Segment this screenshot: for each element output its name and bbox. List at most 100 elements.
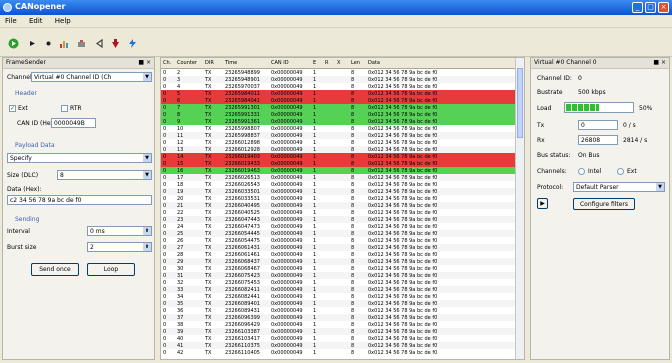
table-row[interactable]: 0 40 TX 23266103417 0x00000049 1 8 0x012 34 56 … — [161, 335, 516, 342]
cell-ch: 0 — [163, 350, 167, 356]
table-row[interactable]: 0 31 TX 23266075423 0x00000049 1 8 0x012 34 56 … — [161, 272, 516, 279]
table-row[interactable]: 0 34 TX 23266082441 0x00000049 1 8 0x012 34 56 … — [161, 293, 516, 300]
tools-icon[interactable] — [76, 38, 87, 49]
loop-button[interactable]: Loop — [87, 263, 135, 276]
size-select[interactable]: 8 ▼ — [57, 170, 152, 180]
configure-filters-button[interactable]: Configure filters — [573, 198, 635, 210]
table-row[interactable]: 0 28 TX 23266061461 0x00000049 1 8 0x012 34 56 … — [161, 251, 516, 258]
col-counter[interactable]: Counter — [177, 60, 197, 66]
bar-chart-icon[interactable] — [59, 38, 70, 49]
ext-checkbox[interactable]: ✓ — [9, 105, 16, 112]
radio-intel[interactable] — [578, 168, 585, 175]
lightning-icon[interactable] — [127, 38, 138, 49]
col-data[interactable]: Data — [368, 60, 380, 66]
table-row[interactable]: 0 16 TX 23266019463 0x00000049 1 8 0x012 34 56 … — [161, 167, 516, 174]
table-row[interactable]: 0 39 TX 23266103387 0x00000049 1 8 0x012 34 56 … — [161, 328, 516, 335]
table-row[interactable]: 0 29 TX 23266068437 0x00000049 1 8 0x012 34 56 … — [161, 258, 516, 265]
col-len[interactable]: Len — [351, 60, 360, 66]
table-row[interactable]: 0 35 TX 23266089401 0x00000049 1 8 0x012 34 56 … — [161, 300, 516, 307]
can-id-input[interactable]: 0000049B — [51, 118, 96, 128]
table-row[interactable]: 0 23 TX 23266047443 0x00000049 1 8 0x012 34 56 … — [161, 216, 516, 223]
radio-ext[interactable] — [617, 168, 624, 175]
table-row[interactable]: 0 13 TX 23266012928 0x00000049 1 8 0x012 34 56 … — [161, 146, 516, 153]
col-r[interactable]: R — [325, 60, 328, 66]
table-row[interactable]: 0 12 TX 23266012898 0x00000049 1 8 0x012 34 56 … — [161, 139, 516, 146]
table-row[interactable]: 0 36 TX 23266089431 0x00000049 1 8 0x012 34 56 … — [161, 307, 516, 314]
step-forward-icon[interactable] — [27, 38, 38, 49]
col-time[interactable]: Time — [225, 60, 237, 66]
minimize-button[interactable]: _ — [632, 2, 643, 13]
load-label: Load — [537, 105, 552, 112]
load-progress-bar — [564, 102, 634, 113]
tx-label: Tx — [537, 122, 545, 129]
data-hex-input[interactable]: c2 34 56 78 9a bc de f0 — [7, 195, 152, 205]
bug-icon[interactable] — [110, 38, 121, 49]
menu-bar: File Edit Help — [0, 15, 672, 28]
frame-table[interactable]: Ch. Counter DIR Time CAN ID E R X Len Da… — [160, 57, 525, 360]
table-row[interactable]: 0 21 TX 23266040495 0x00000049 1 8 0x012 34 56 … — [161, 202, 516, 209]
rtr-checkbox[interactable] — [61, 105, 68, 112]
channel-label: Channel — [7, 74, 32, 81]
protocol-select[interactable]: Default Parser ▼ — [573, 182, 665, 192]
table-row[interactable]: 0 4 TX 23265970037 0x00000049 1 8 0x012 34 56 7… — [161, 83, 516, 90]
table-row[interactable]: 0 22 TX 23266040525 0x00000049 1 8 0x012 34 56 … — [161, 209, 516, 216]
table-row[interactable]: 0 7 TX 23265991301 0x00000049 1 8 0x012 34 56 7… — [161, 104, 516, 111]
window-title: CANopener — [15, 2, 66, 11]
col-can-id[interactable]: CAN ID — [271, 60, 289, 66]
burst-size-stepper[interactable]: 2 ⬍ — [87, 242, 152, 252]
table-row[interactable]: 0 15 TX 23266019433 0x00000049 1 8 0x012 34 56 … — [161, 160, 516, 167]
bus-status-label: Bus status: — [537, 152, 571, 159]
col-ch[interactable]: Ch. — [163, 60, 171, 66]
table-row[interactable]: 0 37 TX 23266096399 0x00000049 1 8 0x012 34 56 … — [161, 314, 516, 321]
maximize-button[interactable]: □ — [645, 2, 656, 13]
table-row[interactable]: 0 8 TX 23265991331 0x00000049 1 8 0x012 34 56 7… — [161, 111, 516, 118]
table-row[interactable]: 0 26 TX 23266054475 0x00000049 1 8 0x012 34 56 … — [161, 237, 516, 244]
table-row[interactable]: 0 2 TX 23265948899 0x00000049 1 8 0x012 34 56 7… — [161, 69, 516, 76]
table-row[interactable]: 0 25 TX 23266054445 0x00000049 1 8 0x012 34 56 … — [161, 230, 516, 237]
table-row[interactable]: 0 18 TX 23266026543 0x00000049 1 8 0x012 34 56 … — [161, 181, 516, 188]
back-arrow-icon[interactable] — [94, 38, 105, 49]
table-row[interactable]: 0 17 TX 23266026513 0x00000049 1 8 0x012 34 56 … — [161, 174, 516, 181]
send-once-button[interactable]: Send once — [31, 263, 79, 276]
table-header: Ch. Counter DIR Time CAN ID E R X Len Da… — [161, 58, 516, 69]
rx-label: Rx — [537, 137, 545, 144]
table-row[interactable]: 0 24 TX 23266047473 0x00000049 1 8 0x012 34 56 … — [161, 223, 516, 230]
table-row[interactable]: 0 41 TX 23266110375 0x00000049 1 8 0x012 34 56 … — [161, 342, 516, 349]
interval-stepper[interactable]: 0 ms ⬍ — [87, 226, 152, 236]
table-row[interactable]: 0 19 TX 23266033501 0x00000049 1 8 0x012 34 56 … — [161, 188, 516, 195]
play-icon[interactable] — [8, 38, 19, 49]
table-row[interactable]: 0 27 TX 23266061431 0x00000049 1 8 0x012 34 56 … — [161, 244, 516, 251]
col-dir[interactable]: DIR — [205, 60, 214, 66]
table-row[interactable]: 0 5 TX 23265984011 0x00000049 1 8 0x012 34 56 7… — [161, 90, 516, 97]
close-button[interactable]: × — [658, 2, 669, 13]
col-x[interactable]: X — [337, 60, 340, 66]
panel-controls[interactable]: ■ × — [653, 58, 666, 68]
protocol-value: Default Parser — [576, 184, 619, 191]
table-row[interactable]: 0 6 TX 23265984041 0x00000049 1 8 0x012 34 56 7… — [161, 97, 516, 104]
record-icon[interactable] — [43, 38, 54, 49]
table-row[interactable]: 0 11 TX 23265998837 0x00000049 1 8 0x012 34 56 … — [161, 132, 516, 139]
panel-controls[interactable]: ■ × — [138, 58, 151, 68]
channel-id-label: Channel ID: — [537, 75, 572, 82]
table-row[interactable]: 0 14 TX 23266019403 0x00000049 1 8 0x012 34 56 … — [161, 153, 516, 160]
table-row[interactable]: 0 30 TX 23266068467 0x00000049 1 8 0x012 34 56 … — [161, 265, 516, 272]
channel-select[interactable]: Virtual #0 Channel ID (Ch ▼ — [31, 72, 152, 82]
table-row[interactable]: 0 32 TX 23266075453 0x00000049 1 8 0x012 34 56 … — [161, 279, 516, 286]
table-row[interactable]: 0 42 TX 23266110405 0x00000049 1 8 0x012 34 56 … — [161, 349, 516, 356]
table-row[interactable]: 0 38 TX 23266096429 0x00000049 1 8 0x012 34 56 … — [161, 321, 516, 328]
table-row[interactable]: 0 10 TX 23265998807 0x00000049 1 8 0x012 34 56 … — [161, 125, 516, 132]
payload-mode-select[interactable]: Specify ▼ — [7, 153, 152, 163]
menu-help[interactable]: Help — [50, 15, 76, 25]
menu-edit[interactable]: Edit — [24, 15, 48, 25]
table-row[interactable]: 0 9 TX 23265991361 0x00000049 1 8 0x012 34 56 7… — [161, 118, 516, 125]
table-row[interactable]: 0 20 TX 23266033531 0x00000049 1 8 0x012 34 56 … — [161, 195, 516, 202]
play-button[interactable]: ▶ — [537, 198, 548, 209]
load-progress-fill — [566, 104, 599, 111]
table-row[interactable]: 0 33 TX 23266082411 0x00000049 1 8 0x012 34 56 … — [161, 286, 516, 293]
scrollbar-thumb[interactable] — [517, 68, 523, 138]
data-hex-label: Data (Hex): — [7, 186, 42, 193]
table-row[interactable]: 0 3 TX 23265948901 0x00000049 1 8 0x012 34 56 7… — [161, 76, 516, 83]
col-e[interactable]: E — [313, 60, 316, 66]
menu-file[interactable]: File — [0, 15, 22, 25]
table-scrollbar[interactable] — [515, 58, 524, 359]
